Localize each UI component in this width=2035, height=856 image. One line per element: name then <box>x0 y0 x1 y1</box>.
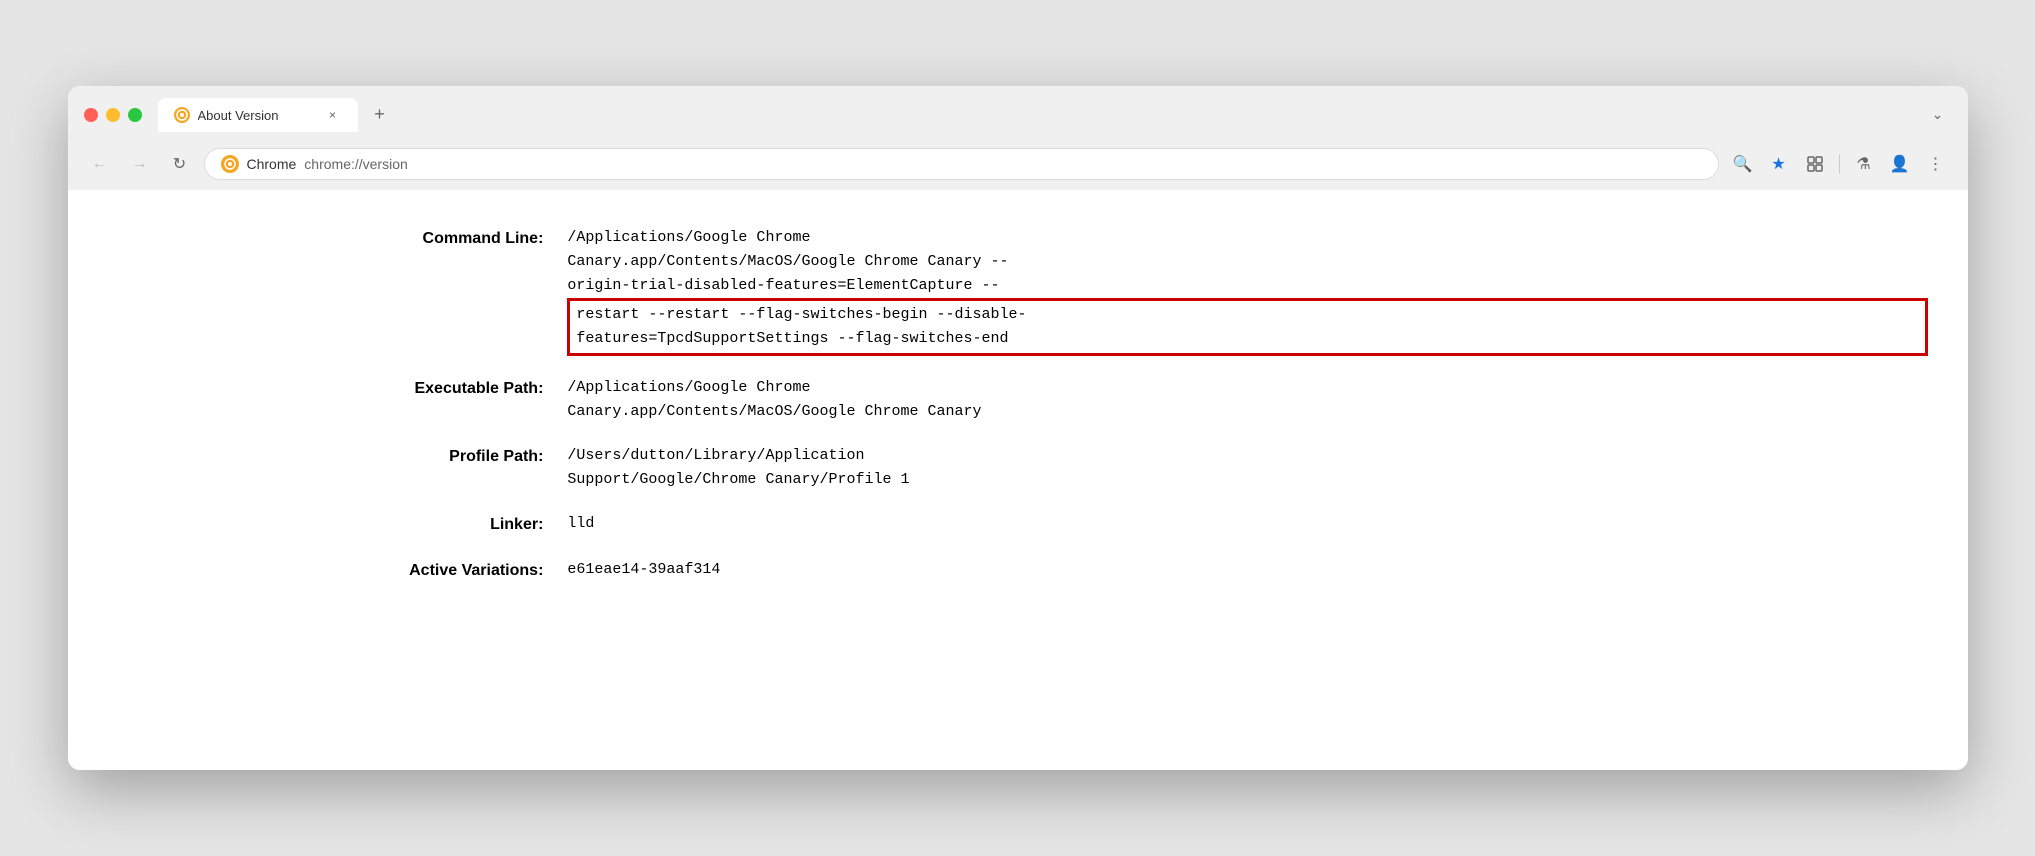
bookmark-icon[interactable]: ★ <box>1763 148 1795 180</box>
title-bar-top: About Version × + ⌄ <box>84 98 1952 132</box>
executable-path-value: /Applications/Google Chrome Canary.app/C… <box>567 372 1927 440</box>
command-line-row: Command Line: /Applications/Google Chrom… <box>108 222 1928 372</box>
zoom-icon[interactable]: 🔍 <box>1727 148 1759 180</box>
url-site-name: Chrome <box>247 156 297 172</box>
linker-label: Linker: <box>108 508 568 554</box>
browser-window: About Version × + ⌄ ← → ↻ Chrome chrome:… <box>68 86 1968 770</box>
reload-button[interactable]: ↻ <box>164 148 196 180</box>
linker-row: Linker: lld <box>108 508 1928 554</box>
maximize-window-button[interactable] <box>128 108 142 122</box>
profile-icon[interactable]: 👤 <box>1884 148 1916 180</box>
lab-icon[interactable]: ⚗ <box>1848 148 1880 180</box>
site-icon <box>221 155 239 173</box>
active-variations-value: e61eae14-39aaf314 <box>567 554 1927 600</box>
executable-path-label: Executable Path: <box>108 372 568 440</box>
tabs-area: About Version × + ⌄ <box>158 98 1952 132</box>
profile-path-label: Profile Path: <box>108 440 568 508</box>
active-variations-label: Active Variations: <box>108 554 568 600</box>
command-line-text-2: Canary.app/Contents/MacOS/Google Chrome … <box>567 250 1927 274</box>
minimize-window-button[interactable] <box>106 108 120 122</box>
page-content: Command Line: /Applications/Google Chrom… <box>68 190 1968 770</box>
highlighted-flags: restart --restart --flag-switches-begin … <box>567 298 1927 356</box>
profile-path-value: /Users/dutton/Library/Application Suppor… <box>567 440 1927 508</box>
close-window-button[interactable] <box>84 108 98 122</box>
new-tab-button[interactable]: + <box>366 100 394 128</box>
title-bar: About Version × + ⌄ <box>68 86 1968 140</box>
command-line-label: Command Line: <box>108 222 568 372</box>
back-button[interactable]: ← <box>84 148 116 180</box>
tab-list-button[interactable]: ⌄ <box>1924 100 1952 128</box>
tab-close-button[interactable]: × <box>324 106 342 124</box>
toolbar-divider <box>1839 154 1840 174</box>
tab-favicon-icon <box>174 107 190 123</box>
tab-title: About Version <box>198 108 316 123</box>
extension-icon[interactable] <box>1799 148 1831 180</box>
menu-icon[interactable]: ⋮ <box>1920 148 1952 180</box>
forward-button[interactable]: → <box>124 148 156 180</box>
toolbar-actions: 🔍 ★ ⚗ 👤 ⋮ <box>1727 148 1952 180</box>
url-bar[interactable]: Chrome chrome://version <box>204 148 1719 180</box>
linker-value: lld <box>567 508 1927 554</box>
url-path: chrome://version <box>304 156 407 172</box>
address-bar: ← → ↻ Chrome chrome://version 🔍 ★ <box>68 140 1968 190</box>
profile-path-row: Profile Path: /Users/dutton/Library/Appl… <box>108 440 1928 508</box>
command-line-text-1: /Applications/Google Chrome <box>567 226 1927 250</box>
executable-path-row: Executable Path: /Applications/Google Ch… <box>108 372 1928 440</box>
active-tab[interactable]: About Version × <box>158 98 358 132</box>
command-line-text-3: origin-trial-disabled-features=ElementCa… <box>567 274 1927 298</box>
command-line-value: /Applications/Google Chrome Canary.app/C… <box>567 222 1927 372</box>
info-table: Command Line: /Applications/Google Chrom… <box>108 222 1928 599</box>
active-variations-row: Active Variations: e61eae14-39aaf314 <box>108 554 1928 600</box>
window-controls <box>84 108 142 122</box>
